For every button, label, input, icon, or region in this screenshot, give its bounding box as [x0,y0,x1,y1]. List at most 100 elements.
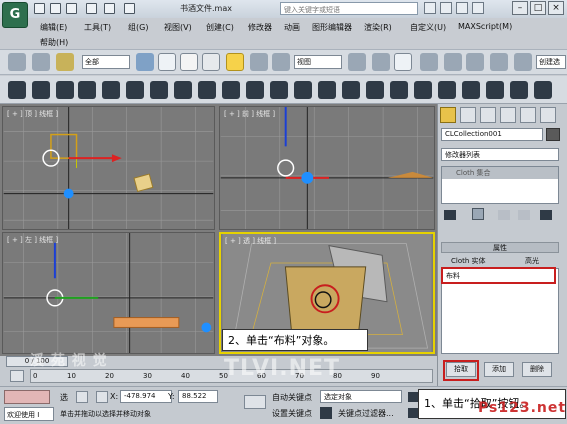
curve-editor-mini-icon[interactable] [10,370,24,382]
properties-rollout-header[interactable]: 属性 [441,242,559,253]
layer-manager-icon[interactable] [56,81,74,99]
link-icon[interactable] [8,53,26,71]
x-coordinate-field[interactable]: -478.974 [120,390,172,403]
menu-modifiers[interactable]: 修改器 [248,22,272,33]
menu-customize[interactable]: 自定义(U) [410,22,446,33]
auto-key-button[interactable]: 自动关键点 [272,392,312,403]
menu-create[interactable]: 创建(C) [206,22,234,33]
pivot-center-icon[interactable] [348,53,366,71]
spinner-snap-icon[interactable] [490,53,508,71]
named-selection-select[interactable]: 创建选 [536,55,566,69]
remove-modifier-icon[interactable] [518,210,530,220]
align-icon[interactable] [32,81,50,99]
mirror-icon[interactable] [8,81,26,99]
minimize-button[interactable]: – [512,1,528,15]
motion-tab-icon[interactable] [500,107,516,123]
object-name-field[interactable]: CLCollection001 [441,128,543,141]
make-unique-icon[interactable] [498,210,510,220]
menu-rendering[interactable]: 渲染(R) [364,22,392,33]
select-by-name-icon[interactable] [158,53,176,71]
bind-spacewarp-icon[interactable] [56,53,74,71]
new-file-icon[interactable] [34,3,45,14]
modify-tab-icon[interactable] [460,107,476,123]
menu-group[interactable]: 组(G) [128,22,148,33]
render-frame-icon[interactable] [198,81,216,99]
effects-icon[interactable] [294,81,312,99]
keyboard-shortcut-icon[interactable] [394,53,412,71]
configure-sets-icon[interactable] [540,210,552,220]
prev-frame-icon[interactable] [408,408,418,418]
modifier-list-select[interactable]: 修改器列表 [441,148,559,161]
material-editor-icon[interactable] [150,81,168,99]
utilities-tab-icon[interactable] [540,107,556,123]
percent-snap-icon[interactable] [466,53,484,71]
go-to-start-icon[interactable] [408,392,418,402]
graphite-tools-icon[interactable] [78,81,96,99]
favorites-icon[interactable] [456,2,468,14]
remove-button[interactable]: 删除 [522,362,552,377]
render-setup-icon[interactable] [174,81,192,99]
viewport-label[interactable]: [ + ] 顶 ] 线框 ] [7,109,58,119]
communication-icon[interactable] [440,2,452,14]
open-file-icon[interactable] [50,3,61,14]
create-animation-icon[interactable] [510,81,528,99]
quick-render-icon[interactable] [222,81,240,99]
maxscript-listener[interactable] [4,390,50,404]
undo-icon[interactable] [86,3,97,14]
reactor-icon[interactable] [318,81,336,99]
viewport-label[interactable]: [ + ] 透 ] 线框 ] [225,236,276,246]
key-filters-button[interactable]: 关键点过滤器... [338,408,394,419]
project-folder-icon[interactable] [124,3,135,14]
display-tab-icon[interactable] [520,107,536,123]
viewport-label[interactable]: [ + ] 左 ] 线框 ] [7,235,58,245]
search-input[interactable]: 键入关键字或短语 [280,2,418,15]
selected-object-select[interactable]: 选定对象 [320,390,402,403]
rope-icon[interactable] [414,81,432,99]
schematic-view-icon[interactable] [126,81,144,99]
viewport-top[interactable]: [ + ] 顶 ] 线框 ] [2,106,215,230]
environment-icon[interactable] [270,81,288,99]
stack-item-cloth[interactable]: Cloth 集合 [442,167,558,179]
show-end-result-icon[interactable] [472,208,484,220]
soft-body-icon[interactable] [390,81,408,99]
viewport-left[interactable]: [ + ] 左 ] 线框 ] [2,232,215,354]
select-move-icon[interactable] [226,53,244,71]
rect-selection-icon[interactable] [180,53,198,71]
menu-animation[interactable]: 动画 [284,22,300,33]
pin-stack-icon[interactable] [444,210,456,220]
render-iterative-icon[interactable] [246,81,264,99]
angle-snap-icon[interactable] [444,53,462,71]
viewport-front[interactable]: [ + ] 前 ] 线框 ] [219,106,435,230]
snap-toggle-icon[interactable] [420,53,438,71]
create-tab-icon[interactable] [440,107,456,123]
menu-maxscript[interactable]: MAXScript(M) [458,22,512,31]
rigid-body-icon[interactable] [366,81,384,99]
preview-icon[interactable] [486,81,504,99]
analyze-world-icon[interactable] [534,81,552,99]
menu-views[interactable]: 视图(V) [164,22,192,33]
cloth-tool-icon[interactable] [342,81,360,99]
select-rotate-icon[interactable] [250,53,268,71]
set-key-button[interactable]: 设置关键点 [272,408,312,419]
absolute-mode-icon[interactable] [96,391,108,403]
save-file-icon[interactable] [66,3,77,14]
viewport-label[interactable]: [ + ] 前 ] 线框 ] [224,109,275,119]
unlink-icon[interactable] [32,53,50,71]
menu-help[interactable]: 帮助(H) [40,37,68,48]
maximize-button[interactable]: □ [530,1,546,15]
spring-icon[interactable] [462,81,480,99]
reference-coord-select[interactable]: 视图 [294,55,342,69]
menu-tools[interactable]: 工具(T) [84,22,111,33]
constraint-icon[interactable] [438,81,456,99]
manipulate-icon[interactable] [372,53,390,71]
binoculars-icon[interactable] [424,2,436,14]
selection-filter-select[interactable]: 全部 [82,55,130,69]
redo-icon[interactable] [104,3,115,14]
window-crossing-icon[interactable] [202,53,220,71]
key-mode-icon[interactable] [320,407,332,419]
add-button[interactable]: 添加 [484,362,514,377]
app-logo-icon[interactable]: G [2,2,28,28]
object-color-swatch[interactable] [546,128,560,141]
close-button[interactable]: × [548,1,564,15]
y-coordinate-field[interactable]: 88.522 [178,390,218,403]
